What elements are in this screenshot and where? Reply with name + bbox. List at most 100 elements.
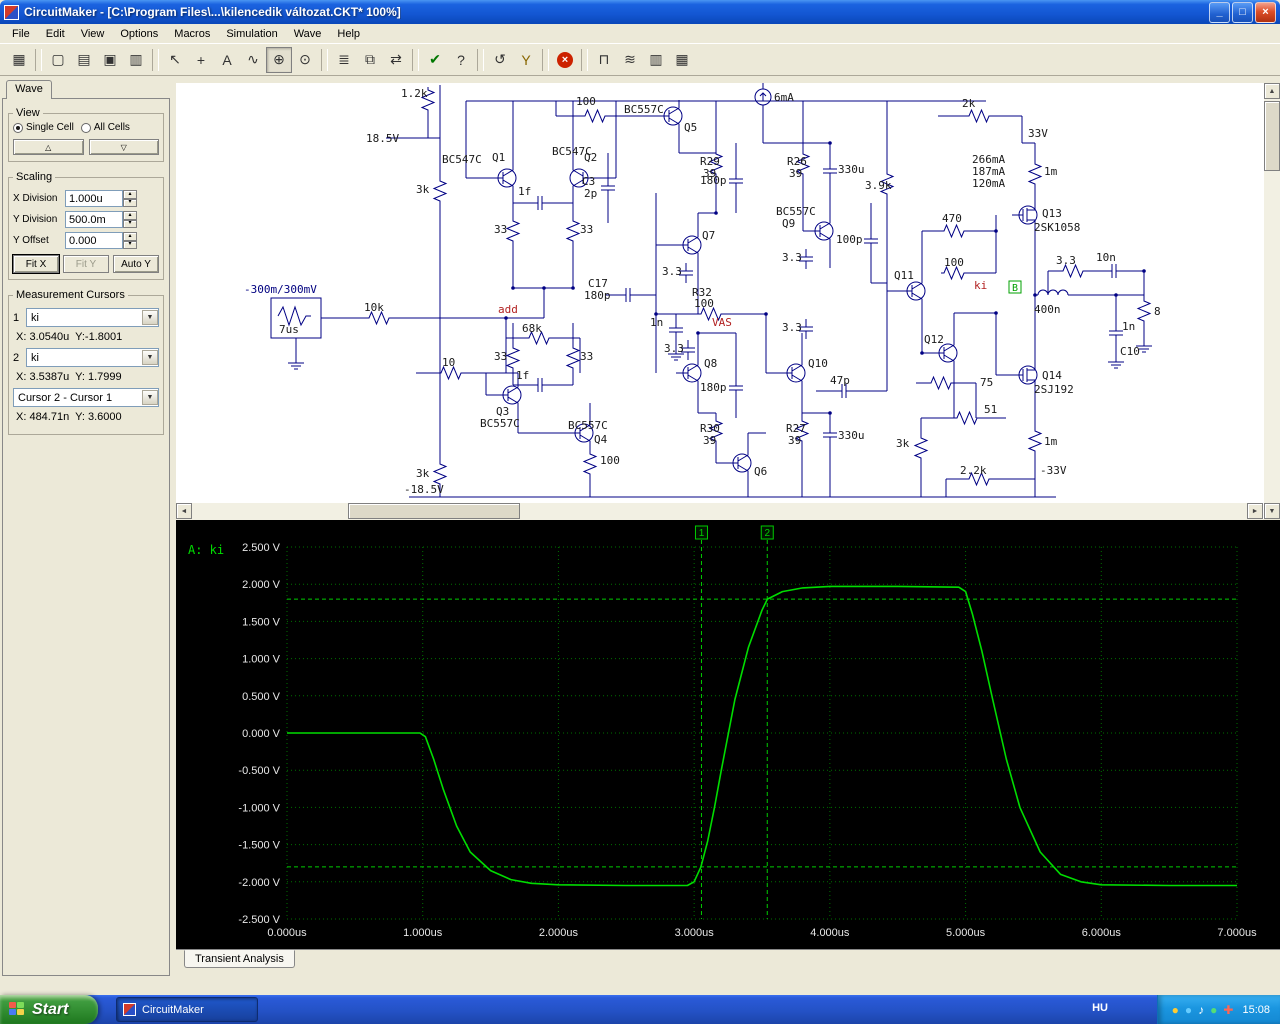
cursor2-signal-select[interactable]: ki ▼ [26,348,159,367]
waveform-area[interactable]: 2.500 V 2.000 V 1.500 V 1.000 V 0.500 V 0.000… [176,520,1280,949]
run-simulation-icon[interactable]: ✔ [422,47,448,73]
select-tool-icon[interactable]: ↖ [162,47,188,73]
menu-simulation[interactable]: Simulation [218,26,285,42]
cursor1-signal-select[interactable]: ki ▼ [26,308,159,327]
update-icon[interactable]: ● [1172,1004,1179,1016]
search-part-icon[interactable]: ≣ [331,47,357,73]
start-button[interactable]: Start [0,995,98,1024]
open-file-icon[interactable]: ▤ [71,47,97,73]
measurement-cursor-lines[interactable] [287,540,1237,919]
cell-down-button[interactable]: ▽ [88,139,159,155]
add-part-icon[interactable]: + [188,47,214,73]
component-symbol [505,218,521,244]
chevron-down-icon[interactable]: ▼ [142,310,158,325]
add-part-icon: + [196,51,206,68]
new-file-icon[interactable]: ▢ [45,47,71,73]
pan-tool-icon[interactable]: ⊙ [292,47,318,73]
schematic-label: 470 [942,212,962,225]
chevron-down-icon[interactable]: ▼ [142,390,158,405]
taskbar-task-circuitmaker[interactable]: CircuitMaker [116,997,258,1022]
fit-y-button[interactable]: Fit Y [63,255,109,273]
single-cell-radio[interactable] [13,122,23,133]
component-symbol [823,425,837,445]
help-tool-icon[interactable]: ? [448,47,474,73]
y-tick-label: 2.500 V [242,542,281,554]
toolbar-separator [581,48,588,71]
menu-view[interactable]: View [73,26,113,42]
scroll-left-button[interactable]: ◄ [176,503,192,519]
component-symbol [530,196,550,210]
chevron-down-icon[interactable]: ▼ [142,350,158,365]
cursor-diff-select[interactable]: Cursor 2 - Cursor 1 ▼ [13,388,159,407]
cell-up-button[interactable]: △ [13,139,84,155]
tab-wave[interactable]: Wave [6,80,52,99]
schematic-label: 3.3 [1056,254,1076,267]
x-division-input[interactable] [65,190,123,207]
hscroll-thumb[interactable] [348,503,520,519]
close-button[interactable]: × [1255,1,1276,23]
undo-icon[interactable]: ↺ [487,47,513,73]
select-tool-icon: ↖ [169,51,181,67]
x-division-spin-up[interactable]: ▴ [123,190,137,199]
multi-page-icon[interactable]: ⧉ [357,47,383,73]
y-division-spin-up[interactable]: ▴ [123,211,137,220]
vscroll-thumb[interactable] [1264,101,1280,171]
x-tick-label: 5.000us [946,927,986,939]
schematic-label: 18.5V [366,132,399,145]
x-tick-label: 2.000us [539,927,579,939]
y-division-input[interactable] [65,211,123,228]
y-offset-input[interactable] [65,232,123,249]
maximize-button[interactable]: □ [1232,1,1253,23]
fit-x-button[interactable]: Fit X [12,254,60,274]
single-cell-label: Single Cell [26,122,74,133]
minimize-button[interactable]: _ [1209,1,1230,23]
schematic-label: 75 [980,376,993,389]
network-icon[interactable]: ● [1185,1004,1192,1016]
language-indicator[interactable]: HU [1092,1002,1108,1014]
auto-y-button[interactable]: Auto Y [113,255,159,273]
scroll-up-button[interactable]: ▲ [1264,83,1280,99]
schematic-vscrollbar[interactable]: ▲ ▼ [1263,83,1280,519]
menu-wave[interactable]: Wave [286,26,330,42]
wave-grid-icon[interactable]: ▦ [669,47,695,73]
all-cells-radio[interactable] [80,122,91,133]
scroll-down-button[interactable]: ▼ [1264,503,1280,519]
junction-dot [920,351,924,355]
probe-tool-icon[interactable]: Y [513,47,539,73]
schematic-label: 3k [416,183,430,196]
y-division-spin-down[interactable]: ▾ [123,219,137,228]
antivirus-icon[interactable]: ✚ [1223,1004,1233,1016]
menu-help[interactable]: Help [329,26,368,42]
volume-icon[interactable]: ♪ [1198,1004,1204,1016]
menu-macros[interactable]: Macros [166,26,218,42]
schematic-hscrollbar[interactable]: ◄ ► [176,503,1263,520]
schematic-label: 47p [830,374,850,387]
menu-options[interactable]: Options [112,26,166,42]
stop-simulation-icon[interactable]: × [552,47,578,73]
component-symbol [729,171,743,191]
x-division-spin-down[interactable]: ▾ [123,198,137,207]
zoom-tool-icon[interactable]: ⊕ [266,46,292,73]
print-icon[interactable]: ▥ [123,47,149,73]
messenger-icon[interactable]: ● [1210,1004,1217,1016]
y-offset-spin-up[interactable]: ▴ [123,232,137,241]
schematic-canvas[interactable]: B 1.2k 6mA 18.5V 100 BC557C Q5 BC547C BC547C Q1 Q2… [176,83,1263,503]
menu-edit[interactable]: Edit [38,26,73,42]
schematic-label: 1f [518,185,531,198]
schematic-board-icon[interactable]: ▦ [6,47,32,73]
y-offset-spin-down[interactable]: ▾ [123,240,137,249]
text-tool-icon[interactable]: A [214,47,240,73]
multimeter-icon[interactable]: ≋ [617,47,643,73]
swap-view-icon[interactable]: ⇄ [383,47,409,73]
scroll-right-button[interactable]: ► [1247,503,1263,519]
tab-transient-analysis[interactable]: Transient Analysis [184,950,295,968]
waveform-window-icon[interactable]: ⊓ [591,47,617,73]
schematic-label: 3k [896,437,910,450]
component-symbol [780,357,803,389]
menu-file[interactable]: File [4,26,38,42]
split-wave-icon[interactable]: ▥ [643,47,669,73]
junction-dot [504,316,508,320]
wire-tool-icon[interactable]: ∿ [240,47,266,73]
save-file-icon[interactable]: ▣ [97,47,123,73]
clock[interactable]: 15:08 [1242,1004,1270,1016]
